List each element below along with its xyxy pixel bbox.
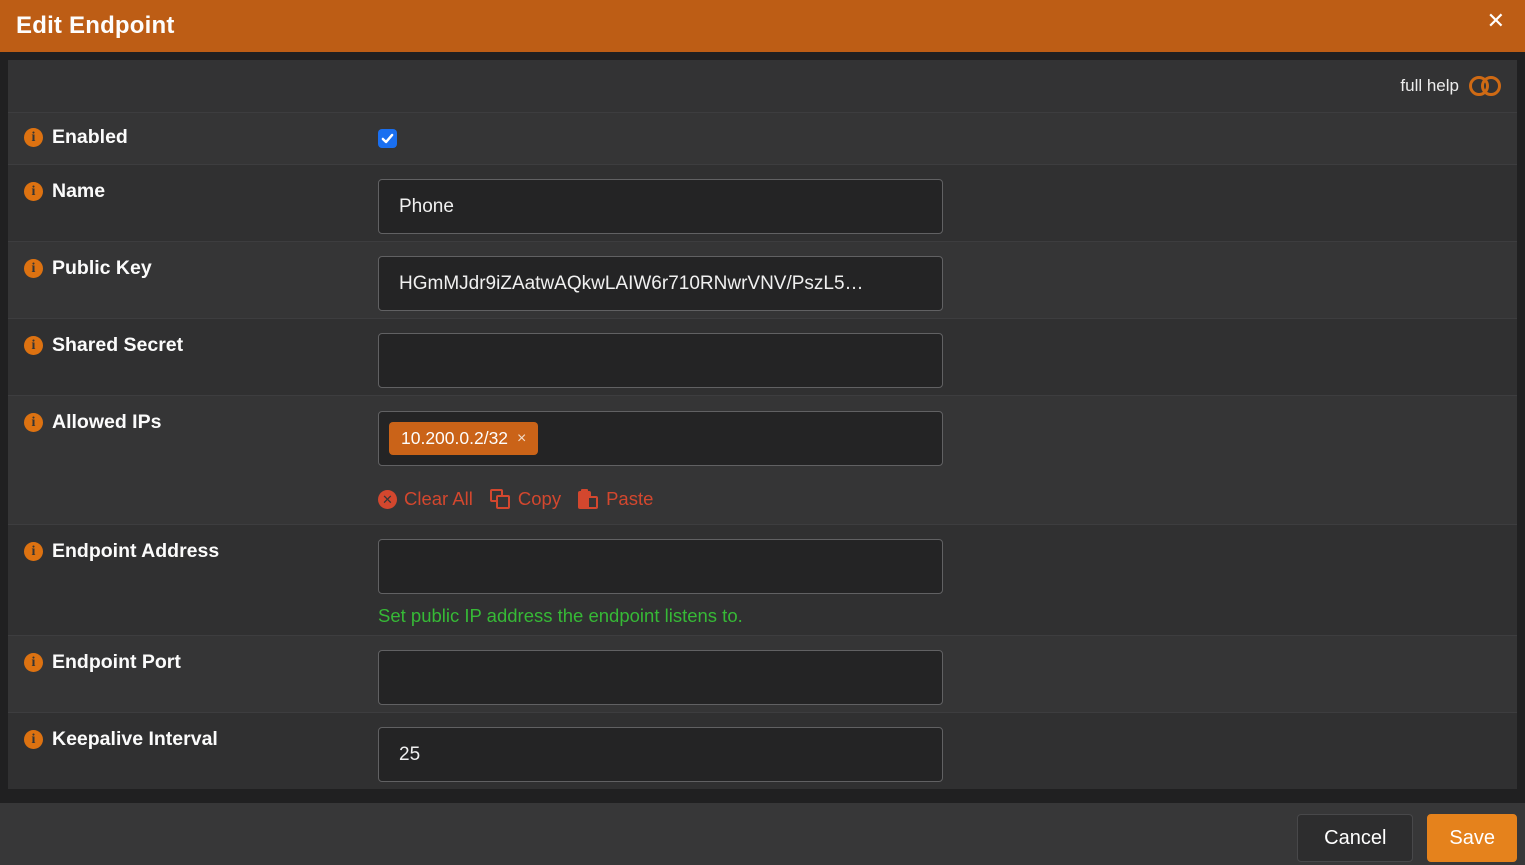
- field-label-public-key: Public Key: [52, 256, 152, 280]
- info-icon[interactable]: i: [24, 128, 43, 147]
- public-key-input[interactable]: [378, 256, 943, 311]
- field-label-shared-secret: Shared Secret: [52, 333, 183, 357]
- name-input[interactable]: [378, 179, 943, 234]
- endpoint-port-input[interactable]: [378, 650, 943, 705]
- info-icon[interactable]: i: [24, 336, 43, 355]
- endpoint-address-hint: Set public IP address the endpoint liste…: [378, 605, 1517, 627]
- form-row-shared-secret: i Shared Secret: [8, 318, 1517, 395]
- cancel-button[interactable]: Cancel: [1297, 814, 1413, 862]
- field-label-enabled: Enabled: [52, 125, 128, 149]
- form-row-allowed-ips: i Allowed IPs 10.200.0.2/32 × ✕ Clear Al…: [8, 395, 1517, 524]
- dialog-body: full help i Enabled i Name i: [8, 60, 1517, 789]
- info-icon[interactable]: i: [24, 542, 43, 561]
- form-row-endpoint-address: i Endpoint Address Set public IP address…: [8, 524, 1517, 635]
- paste-label: Paste: [606, 488, 653, 510]
- field-label-endpoint-port: Endpoint Port: [52, 650, 181, 674]
- save-button[interactable]: Save: [1427, 814, 1517, 862]
- copy-icon: [490, 489, 511, 510]
- close-icon[interactable]: ✕: [1483, 7, 1509, 37]
- clear-all-label: Clear All: [404, 488, 473, 510]
- allowed-ips-input[interactable]: 10.200.0.2/32 ×: [378, 411, 943, 466]
- paste-button[interactable]: Paste: [578, 488, 653, 510]
- enabled-checkbox[interactable]: [378, 129, 397, 148]
- paste-icon: [578, 489, 599, 510]
- form-row-enabled: i Enabled: [8, 112, 1517, 164]
- copy-label: Copy: [518, 488, 561, 510]
- allowed-ip-token[interactable]: 10.200.0.2/32 ×: [389, 422, 538, 455]
- times-circle-icon: ✕: [378, 490, 397, 509]
- dialog-header: Edit Endpoint ✕: [0, 0, 1525, 52]
- dialog-footer: Cancel Save: [0, 803, 1525, 865]
- clear-all-button[interactable]: ✕ Clear All: [378, 488, 473, 510]
- full-help-row: full help: [8, 60, 1517, 112]
- shared-secret-input[interactable]: [378, 333, 943, 388]
- full-help-label: full help: [1400, 76, 1459, 96]
- form-row-keepalive-interval: i Keepalive Interval: [8, 712, 1517, 789]
- dialog-title: Edit Endpoint: [16, 12, 175, 40]
- copy-button[interactable]: Copy: [490, 488, 561, 510]
- info-icon[interactable]: i: [24, 653, 43, 672]
- form-row-name: i Name: [8, 164, 1517, 241]
- form-row-public-key: i Public Key: [8, 241, 1517, 318]
- field-label-endpoint-address: Endpoint Address: [52, 539, 219, 563]
- info-icon[interactable]: i: [24, 413, 43, 432]
- token-remove-icon[interactable]: ×: [517, 431, 526, 447]
- info-icon[interactable]: i: [24, 182, 43, 201]
- keepalive-interval-input[interactable]: [378, 727, 943, 782]
- info-icon[interactable]: i: [24, 259, 43, 278]
- token-text: 10.200.0.2/32: [401, 428, 508, 449]
- info-icon[interactable]: i: [24, 730, 43, 749]
- endpoint-address-input[interactable]: [378, 539, 943, 594]
- field-label-keepalive-interval: Keepalive Interval: [52, 727, 218, 751]
- field-label-name: Name: [52, 179, 105, 203]
- full-help-toggle-icon[interactable]: [1469, 76, 1501, 96]
- check-icon: [381, 132, 394, 145]
- field-label-allowed-ips: Allowed IPs: [52, 410, 161, 434]
- form-row-endpoint-port: i Endpoint Port: [8, 635, 1517, 712]
